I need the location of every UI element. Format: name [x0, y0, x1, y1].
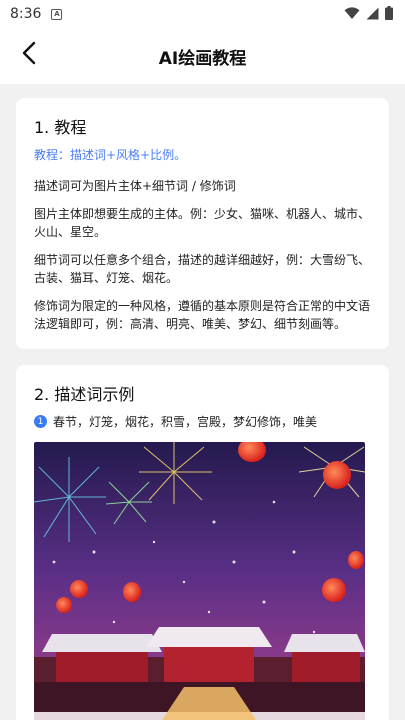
- battery-icon: [385, 5, 393, 24]
- back-button[interactable]: [14, 40, 44, 70]
- tutorial-heading: 1. 教程: [34, 118, 87, 137]
- tutorial-paragraph: 细节词可以任意多个组合，描述的越详细越好，例：大雪纷飞、古装、猫耳、灯笼、烟花。: [34, 253, 371, 285]
- app-bar: AI绘画教程: [0, 28, 405, 84]
- status-icons: [344, 5, 393, 24]
- page-title: AI绘画教程: [158, 48, 247, 69]
- signal-icon: [366, 5, 379, 24]
- tutorial-paragraph: 修饰词为限定的一种风格，遵循的基本原则是符合正常的中文语法逻辑即可，例：高清、明…: [34, 299, 371, 331]
- back-arrow-icon: [22, 41, 36, 69]
- examples-card: 2. 描述词示例 1 春节，灯笼，烟花，积雪，宫殿，梦幻修饰，唯美: [16, 365, 389, 720]
- example-image: [34, 442, 365, 720]
- tutorial-subtitle: 教程：描述词+风格+比例。: [34, 148, 187, 162]
- tutorial-paragraph: 描述词可为图片主体+细节词 / 修饰词: [34, 179, 236, 193]
- examples-heading: 2. 描述词示例: [34, 385, 135, 404]
- tutorial-card: 1. 教程 教程：描述词+风格+比例。 描述词可为图片主体+细节词 / 修饰词 …: [16, 98, 389, 349]
- status-time: 8:36: [10, 6, 42, 22]
- scroll-content[interactable]: 1. 教程 教程：描述词+风格+比例。 描述词可为图片主体+细节词 / 修饰词 …: [0, 84, 405, 720]
- example-number-badge: 1: [34, 415, 47, 428]
- app-notification-icon: A: [51, 8, 63, 20]
- tutorial-paragraph: 图片主体即想要生成的主体。例：少女、猫咪、机器人、城市、火山、星空。: [34, 207, 371, 239]
- example-prompt-text: 春节，灯笼，烟花，积雪，宫殿，梦幻修饰，唯美: [53, 415, 318, 429]
- status-bar: 8:36 A: [0, 0, 405, 28]
- wifi-icon: [344, 5, 360, 24]
- example-item: 1 春节，灯笼，烟花，积雪，宫殿，梦幻修饰，唯美: [34, 413, 371, 430]
